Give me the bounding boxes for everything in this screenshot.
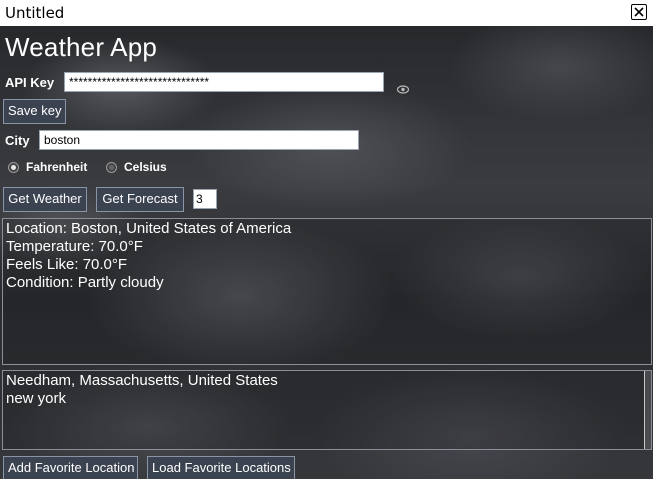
weather-output: Location: Boston, United States of Ameri… [2, 218, 652, 365]
title-bar: Untitled [0, 0, 653, 26]
favorites-list[interactable]: Needham, Massachusetts, United States ne… [2, 370, 652, 450]
save-key-button[interactable]: Save key [3, 99, 66, 124]
city-label: City [5, 133, 30, 148]
celsius-label: Celsius [124, 160, 167, 174]
weather-line: Location: Boston, United States of Ameri… [6, 220, 292, 237]
api-key-input[interactable]: ****************************** [64, 72, 384, 92]
fahrenheit-label: Fahrenheit [26, 160, 88, 174]
city-input[interactable]: boston [39, 130, 359, 150]
weather-line: Temperature: 70.0°F [6, 238, 143, 255]
celsius-radio[interactable] [106, 162, 117, 173]
forecast-days-input[interactable]: 3 [193, 189, 217, 209]
show-key-icon[interactable] [396, 81, 410, 99]
app-body: Weather App API Key ********************… [0, 26, 653, 479]
app-heading: Weather App [5, 32, 158, 62]
weather-line: Feels Like: 70.0°F [6, 256, 128, 273]
window-title: Untitled [5, 4, 65, 22]
fahrenheit-radio[interactable] [8, 162, 19, 173]
api-key-label: API Key [5, 75, 55, 90]
weather-line: Condition: Partly cloudy [6, 274, 164, 291]
get-forecast-button[interactable]: Get Forecast [96, 187, 184, 212]
list-item[interactable]: new york [6, 390, 648, 408]
load-favorites-button[interactable]: Load Favorite Locations [147, 456, 295, 479]
close-button[interactable] [631, 4, 647, 20]
close-icon [634, 7, 644, 17]
list-item[interactable]: Needham, Massachusetts, United States [6, 372, 648, 390]
get-weather-button[interactable]: Get Weather [3, 187, 87, 212]
add-favorite-button[interactable]: Add Favorite Location [3, 456, 138, 479]
favorites-scrollbar[interactable] [644, 371, 651, 449]
